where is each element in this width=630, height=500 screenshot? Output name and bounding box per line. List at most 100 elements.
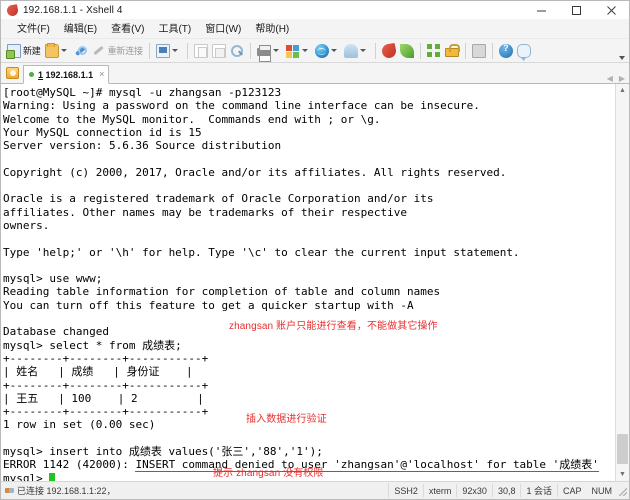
folder-icon bbox=[44, 42, 59, 58]
chat-icon bbox=[516, 43, 531, 61]
anchor-icon bbox=[343, 43, 358, 58]
tab-index: 1 bbox=[38, 69, 44, 80]
xshell-icon bbox=[6, 3, 19, 17]
chevron-down-icon[interactable] bbox=[359, 49, 366, 52]
close-button[interactable] bbox=[594, 1, 629, 20]
leaf-icon bbox=[399, 43, 414, 58]
toolbar-separator-1 bbox=[148, 42, 150, 59]
toolbar-separator-3 bbox=[249, 42, 251, 59]
reconnect-button[interactable]: 重新连接 bbox=[90, 41, 145, 61]
status-terminal-type: xterm bbox=[428, 485, 452, 496]
plug-icon bbox=[5, 486, 14, 495]
terminal-scrollbar[interactable]: ▲ ▼ bbox=[615, 84, 629, 481]
menu-edit[interactable]: 编辑(E) bbox=[57, 20, 104, 39]
reconnect-label: 重新连接 bbox=[107, 46, 143, 56]
new-tab-button[interactable] bbox=[3, 63, 22, 82]
status-bar: 已连接 192.168.1.1:22， SSH2 xterm 92x30 30,… bbox=[1, 482, 629, 499]
tab-scroll-left-icon[interactable]: ◀ bbox=[607, 74, 613, 83]
find-button[interactable] bbox=[228, 41, 246, 61]
compose-bar-button[interactable] bbox=[425, 41, 443, 61]
lock-icon bbox=[444, 43, 460, 57]
chevron-down-icon[interactable] bbox=[272, 49, 279, 52]
web-button[interactable] bbox=[313, 41, 342, 61]
terminal-settings-button[interactable] bbox=[154, 41, 183, 61]
minimize-button[interactable] bbox=[524, 1, 559, 20]
terminal-line: | 姓名 | 成绩 | 身份证 | bbox=[3, 365, 193, 379]
tray-icon bbox=[471, 43, 486, 58]
connect-button[interactable] bbox=[72, 41, 90, 61]
scroll-down-icon[interactable]: ▼ bbox=[616, 468, 629, 481]
terminal-line: +--------+--------+-----------+ bbox=[3, 351, 209, 365]
new-session-label: 新建 bbox=[23, 46, 41, 56]
xshell-button[interactable] bbox=[380, 41, 398, 61]
scrollbar-thumb[interactable] bbox=[617, 434, 628, 464]
annotation-insert-test: 插入数据进行验证 bbox=[246, 414, 327, 425]
paste-button[interactable] bbox=[210, 41, 228, 61]
resize-grip-icon[interactable] bbox=[617, 483, 629, 498]
color-scheme-button[interactable] bbox=[284, 41, 313, 61]
toolbar-separator-5 bbox=[419, 42, 421, 59]
chevron-down-icon[interactable] bbox=[60, 49, 67, 52]
open-sessions-button[interactable] bbox=[43, 41, 72, 61]
error-message: INSERT command denied to user 'zhangsan'… bbox=[135, 458, 599, 473]
chevron-down-icon[interactable] bbox=[171, 49, 178, 52]
prompt-text: mysql> bbox=[3, 471, 50, 481]
globe-icon bbox=[314, 43, 329, 58]
menu-view[interactable]: 查看(V) bbox=[104, 20, 151, 39]
menu-window[interactable]: 窗口(W) bbox=[198, 20, 248, 39]
terminal-icon bbox=[155, 43, 170, 58]
help-button[interactable] bbox=[497, 41, 515, 61]
toolbar-overflow-icon[interactable] bbox=[619, 56, 625, 60]
xshell-window: 192.168.1.1 - Xshell 4 文件(F) 编辑(E) 查看(V)… bbox=[0, 0, 630, 500]
xftp-button[interactable] bbox=[398, 41, 416, 61]
grid-icon bbox=[426, 43, 441, 58]
maximize-button[interactable] bbox=[559, 1, 594, 20]
annotation-readonly: zhangsan 账户只能进行查看，不能做其它操作 bbox=[229, 321, 438, 332]
tab-bar: 1 192.168.1.1 × ◀ ▶ bbox=[1, 63, 629, 84]
terminal-line: Oracle is a registered trademark of Orac… bbox=[3, 192, 434, 206]
terminal-line: You can turn off this feature to get a q… bbox=[3, 298, 414, 312]
new-session-icon bbox=[6, 43, 21, 59]
tab-scroll-right-icon[interactable]: ▶ bbox=[619, 74, 625, 83]
menu-tools[interactable]: 工具(T) bbox=[151, 20, 198, 39]
status-size: 92x30 bbox=[462, 485, 487, 496]
tab-session-1[interactable]: 1 192.168.1.1 × bbox=[23, 65, 110, 84]
chevron-down-icon[interactable] bbox=[330, 49, 337, 52]
window-controls bbox=[524, 1, 629, 20]
terminal-line: Warning: Using a password on the command… bbox=[3, 99, 480, 113]
xshell-small-icon bbox=[380, 42, 397, 59]
terminal-line: mysql> insert into 成绩表 values('张三','88',… bbox=[3, 445, 323, 459]
tab-nav: ◀ ▶ bbox=[607, 74, 629, 83]
terminal-line: | 王五 | 100 | 2 | bbox=[3, 391, 204, 405]
feedback-button[interactable] bbox=[515, 41, 533, 61]
reconnect-icon bbox=[92, 44, 106, 58]
new-session-button[interactable]: 新建 bbox=[5, 41, 43, 61]
tunnel-button[interactable] bbox=[342, 41, 371, 61]
terminal-line: Your MySQL connection id is 15 bbox=[3, 125, 202, 139]
toolbar: 新建 重新连接 bbox=[1, 39, 629, 63]
terminal-line: Type 'help;' or '\h' for help. Type '\c'… bbox=[3, 245, 520, 259]
terminal-line: [root@MySQL ~]# mysql -u zhangsan -p1231… bbox=[3, 86, 282, 99]
terminal-line: Copyright (c) 2000, 2017, Oracle and/or … bbox=[3, 165, 507, 179]
copy-button[interactable] bbox=[192, 41, 210, 61]
error-code: ERROR 1142 (42000): bbox=[3, 458, 136, 472]
terminal-line: +--------+--------+-----------+ bbox=[3, 378, 209, 392]
terminal-line: mysql> select * from 成绩表; bbox=[3, 338, 182, 352]
menu-file[interactable]: 文件(F) bbox=[10, 20, 57, 39]
tray-button[interactable] bbox=[470, 41, 488, 61]
menu-help[interactable]: 帮助(H) bbox=[248, 20, 296, 39]
print-button[interactable] bbox=[255, 41, 284, 62]
status-caps: CAP bbox=[562, 485, 582, 496]
terminal-line: Welcome to the MySQL monitor. Commands e… bbox=[3, 112, 381, 126]
scroll-up-icon[interactable]: ▲ bbox=[616, 84, 629, 97]
annotation-no-permission: 提示 zhangsan 没有权限 bbox=[213, 468, 324, 479]
close-icon[interactable]: × bbox=[99, 70, 104, 79]
palette-icon bbox=[285, 44, 300, 58]
chevron-down-icon[interactable] bbox=[301, 49, 308, 52]
master-password-button[interactable] bbox=[443, 41, 461, 61]
status-sessions: 1 会话 bbox=[526, 486, 552, 496]
